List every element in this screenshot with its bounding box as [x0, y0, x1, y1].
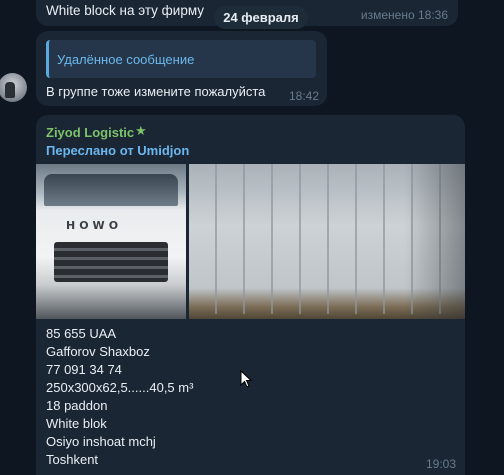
message-time: 18:42: [288, 89, 319, 103]
message-line: 18 paddon: [46, 398, 108, 413]
panels-shade: [405, 164, 465, 319]
message-bubble-reply[interactable]: Удалённое сообщение В группе тоже измени…: [36, 31, 327, 106]
star-icon: ★: [135, 123, 147, 138]
message-time: изменено 18:36: [360, 8, 448, 22]
message-line: White blok: [46, 416, 107, 431]
reply-quote-text: Удалённое сообщение: [57, 52, 195, 67]
photo-panels[interactable]: [189, 164, 465, 319]
message-time: 19:03: [425, 457, 456, 471]
reply-quote[interactable]: Удалённое сообщение: [46, 40, 316, 78]
truck-windshield: [44, 174, 178, 206]
message-text: White block на эту фирму: [46, 3, 205, 18]
forwarded-from[interactable]: Переслано от Umidjon: [46, 143, 189, 158]
message-line: Toshkent: [46, 452, 99, 467]
truck-grille: [54, 242, 168, 282]
message-line: 250x300x62,5......40,5 m³: [46, 380, 194, 395]
sender-name[interactable]: Ziyod Logistic: [46, 125, 134, 140]
cursor-icon: [240, 370, 252, 388]
message-line: Osiyo inshoat mchj: [46, 434, 156, 449]
avatar[interactable]: [0, 73, 27, 102]
message-line: 85 655 UAA: [46, 326, 117, 341]
message-text: В группе тоже измените пожалуйста: [46, 84, 266, 99]
truck-brand-text: HOWO: [66, 219, 123, 232]
message-bubble-forwarded[interactable]: Ziyod Logistic ★ Переслано от Umidjon HO…: [36, 115, 465, 475]
message-line: Gafforov Shaxboz: [46, 344, 150, 359]
date-separator: 24 февраля: [214, 6, 308, 29]
message-line: 77 091 34 74: [46, 362, 122, 377]
photo-truck[interactable]: HOWO: [36, 164, 186, 319]
